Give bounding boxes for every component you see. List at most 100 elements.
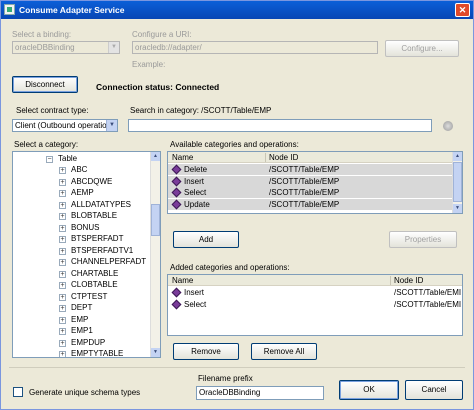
operation-diamond-icon <box>171 187 182 198</box>
operation-diamond-icon <box>171 199 182 209</box>
grid-row[interactable]: Select/SCOTT/Table/EMI <box>168 299 462 310</box>
tree-node-label: EMP1 <box>71 326 93 335</box>
title-bar: Consume Adapter Service ✕ <box>1 1 473 19</box>
window-title: Consume Adapter Service <box>19 5 125 15</box>
expand-icon[interactable]: + <box>59 328 66 335</box>
expand-icon[interactable]: + <box>59 178 66 186</box>
grid-row[interactable]: Insert/SCOTT/Table/EMP <box>168 175 452 187</box>
binding-select[interactable]: oracleDBBinding ▼ <box>12 41 120 54</box>
scroll-up-icon[interactable]: ▲ <box>151 152 160 161</box>
search-input[interactable] <box>128 119 432 132</box>
column-node-id[interactable]: Node ID <box>269 153 298 162</box>
tree-node[interactable]: + BTSPERFADT <box>13 234 152 245</box>
tree-node[interactable]: + DEPT <box>13 303 152 314</box>
expand-icon[interactable]: + <box>59 236 66 243</box>
available-scrollbar[interactable]: ▲ ▼ <box>452 152 462 213</box>
cancel-button[interactable]: Cancel <box>405 380 463 400</box>
added-grid[interactable]: Name Node ID Insert/SCOTT/Table/EMI Selec… <box>167 274 463 336</box>
ok-button[interactable]: OK <box>339 380 399 400</box>
tree-node[interactable]: + BTSPERFADTV1 <box>13 246 152 257</box>
available-grid[interactable]: Name Node ID Delete/SCOTT/Table/EMP Inser… <box>167 151 463 214</box>
tree-node[interactable]: + ABCDQWE <box>13 177 152 188</box>
tree-node[interactable]: + CHANNELPERFADT <box>13 257 152 268</box>
tree-node[interactable]: + CLOBTABLE <box>13 280 152 291</box>
contract-type-label: Select contract type: <box>16 106 89 115</box>
tree-node[interactable]: + EMP1 <box>13 326 152 337</box>
uri-label: Configure a URI: <box>132 30 192 39</box>
operation-diamond-icon <box>171 287 182 298</box>
grid-row[interactable]: Select/SCOTT/Table/EMP <box>168 187 452 198</box>
generate-unique-checkbox[interactable] <box>13 387 23 397</box>
chevron-down-icon: ▼ <box>106 120 117 131</box>
tree-node-label: CHARTABLE <box>71 268 119 278</box>
remove-button[interactable]: Remove <box>173 343 239 360</box>
tree-node-label: BTSPERFADTV1 <box>71 245 134 255</box>
uri-input[interactable]: oracledb://adapter/ <box>132 41 378 54</box>
tree-node[interactable]: + ALLDATATYPES <box>13 200 152 211</box>
tree-node[interactable]: + EMP <box>13 315 152 326</box>
filename-prefix-input[interactable]: OracleDBBinding <box>196 386 324 400</box>
tree-node[interactable]: + ABC <box>13 165 152 176</box>
operation-node-id: /SCOTT/Table/EMP <box>269 176 340 186</box>
expand-icon[interactable]: + <box>59 190 66 197</box>
tree-node-table[interactable]: − Table <box>13 154 152 165</box>
expand-icon[interactable]: + <box>59 282 66 289</box>
tree-node[interactable]: + CTPTEST <box>13 292 152 303</box>
operation-diamond-icon <box>171 164 182 175</box>
tree-node[interactable]: + AEMP <box>13 188 152 199</box>
tree-node[interactable]: + EMPTYTABLE <box>13 349 152 358</box>
category-tree[interactable]: − Table + ABC + ABCDQWE + AEMP + ALLDATATYPES + B… <box>12 151 161 358</box>
expand-icon[interactable]: + <box>59 339 66 347</box>
expand-icon[interactable]: + <box>59 351 66 357</box>
remove-all-button[interactable]: Remove All <box>251 343 317 360</box>
expand-icon[interactable]: + <box>59 167 66 174</box>
contract-type-select[interactable]: Client (Outbound operation ▼ <box>12 119 118 132</box>
expand-icon[interactable]: + <box>59 305 66 312</box>
expand-icon[interactable]: + <box>59 293 66 301</box>
grid-row[interactable]: Insert/SCOTT/Table/EMI <box>168 287 462 298</box>
scroll-thumb[interactable] <box>453 162 462 202</box>
configure-button[interactable]: Configure... <box>385 40 459 57</box>
expand-icon[interactable]: + <box>59 247 66 255</box>
tree-node[interactable]: + BLOBTABLE <box>13 211 152 222</box>
binding-select-value: oracleDBBinding <box>15 43 75 52</box>
tree-node-label: AEMP <box>71 188 94 197</box>
contract-type-value: Client (Outbound operation <box>15 121 112 130</box>
grid-row[interactable]: Delete/SCOTT/Table/EMP <box>168 164 452 175</box>
tree-node-label: EMPTYTABLE <box>71 349 124 358</box>
column-name[interactable]: Name <box>172 153 193 162</box>
binding-label: Select a binding: <box>12 30 72 39</box>
disconnect-button[interactable]: Disconnect <box>12 76 78 93</box>
category-scrollbar[interactable]: ▲ ▼ <box>150 152 160 357</box>
operation-node-id: /SCOTT/Table/EMP <box>269 188 340 197</box>
search-icon[interactable] <box>443 121 453 131</box>
expand-icon[interactable]: + <box>59 224 66 232</box>
expand-icon[interactable]: + <box>59 270 66 278</box>
scroll-down-icon[interactable]: ▼ <box>151 348 160 357</box>
grid-row[interactable]: Update/SCOTT/Table/EMP <box>168 198 452 210</box>
tree-node[interactable]: + EMPDUP <box>13 338 152 349</box>
tree-node-label: CTPTEST <box>71 291 108 301</box>
scroll-thumb[interactable] <box>151 204 160 236</box>
consume-adapter-service-dialog: Consume Adapter Service ✕ Select a bindi… <box>0 0 474 410</box>
collapse-icon[interactable]: − <box>46 156 53 163</box>
tree-node[interactable]: + CHARTABLE <box>13 269 152 280</box>
tree-node[interactable]: + BONUS <box>13 223 152 234</box>
add-button[interactable]: Add <box>173 231 239 248</box>
available-grid-header: Name Node ID <box>168 152 454 163</box>
expand-icon[interactable]: + <box>59 316 66 324</box>
operation-node-id: /SCOTT/Table/EMP <box>269 199 340 209</box>
column-node-id[interactable]: Node ID <box>394 276 423 285</box>
example-label: Example: <box>132 60 166 69</box>
scroll-down-icon[interactable]: ▼ <box>453 204 462 213</box>
operation-name: Select <box>184 299 207 309</box>
expand-icon[interactable]: + <box>59 259 66 266</box>
tree-node-label: BTSPERFADT <box>71 234 124 243</box>
expand-icon[interactable]: + <box>59 213 66 220</box>
column-name[interactable]: Name <box>172 276 193 285</box>
properties-button[interactable]: Properties <box>389 231 457 248</box>
scroll-up-icon[interactable]: ▲ <box>453 152 462 161</box>
available-label: Available categories and operations: <box>170 140 299 149</box>
close-button[interactable]: ✕ <box>455 3 470 17</box>
expand-icon[interactable]: + <box>59 201 66 209</box>
